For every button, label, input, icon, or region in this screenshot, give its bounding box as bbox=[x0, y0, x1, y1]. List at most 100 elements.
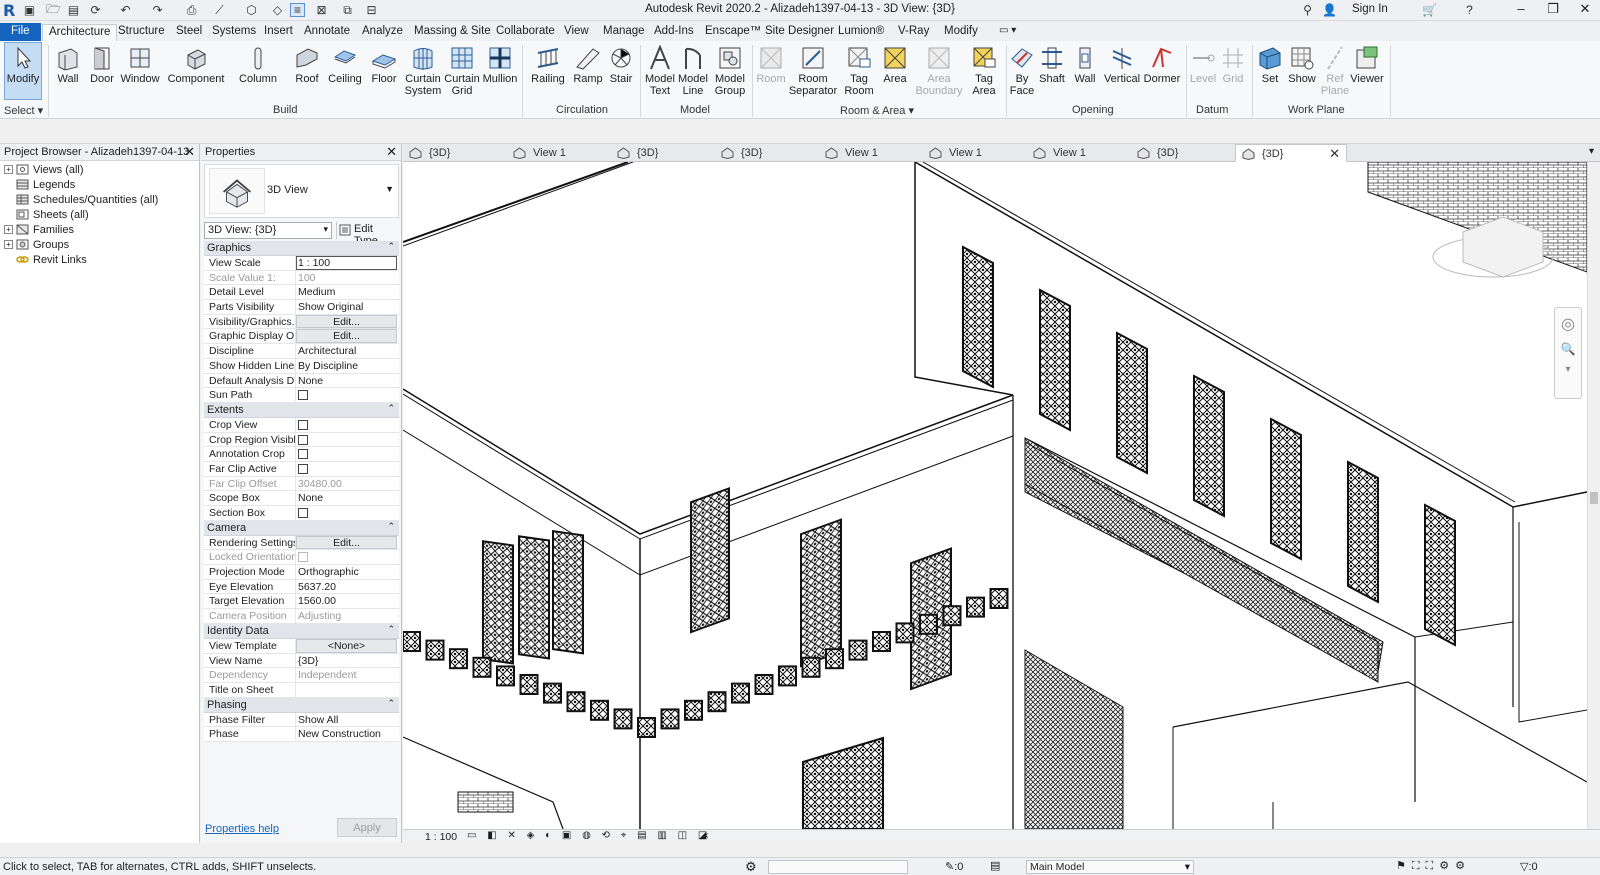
level-button[interactable]: Level bbox=[1188, 43, 1218, 85]
section-identity-data[interactable]: Identity Data ⌃ bbox=[204, 623, 399, 639]
selection-toggles[interactable]: ⚑⛶⛶⚙⚙ bbox=[1396, 859, 1471, 873]
binoculars-icon[interactable]: ⚲ bbox=[1300, 3, 1315, 17]
dormer-button[interactable]: Dormer bbox=[1142, 43, 1182, 85]
viewer-button[interactable]: Viewer bbox=[1348, 43, 1386, 85]
close-button[interactable]: ✕ bbox=[1572, 1, 1598, 19]
tree-item-groups[interactable]: + Groups bbox=[4, 237, 69, 252]
model-group-button[interactable]: Model Group bbox=[712, 43, 748, 97]
view-tab[interactable]: {3D} bbox=[715, 144, 819, 162]
collapse-icon[interactable]: ⌃ bbox=[387, 624, 395, 635]
property-value[interactable]: New Construction bbox=[296, 727, 399, 741]
window-button[interactable]: Window bbox=[120, 43, 160, 85]
view-tab[interactable]: View 1 bbox=[507, 144, 611, 162]
type-selector[interactable]: 3D View ▼ bbox=[204, 164, 399, 218]
zoom-icon[interactable]: 🔍 bbox=[1555, 342, 1581, 356]
roof-button[interactable]: Roof bbox=[292, 43, 322, 85]
tab-site-designer[interactable]: Site Designer bbox=[759, 24, 840, 41]
edit-type-button[interactable]: Edit Type bbox=[336, 222, 400, 247]
ribbon-display-toggle-icon[interactable]: ▭ ▾ bbox=[993, 24, 1022, 41]
property-value[interactable]: Edit... bbox=[296, 329, 397, 344]
modify-button[interactable]: Modify bbox=[4, 42, 42, 100]
property-value[interactable]: Edit... bbox=[296, 535, 397, 550]
property-value[interactable] bbox=[296, 683, 399, 697]
tab-manage[interactable]: Manage bbox=[597, 24, 651, 41]
tab-systems[interactable]: Systems bbox=[206, 24, 262, 41]
tab-file[interactable]: File bbox=[0, 23, 41, 41]
view-scale[interactable]: 1 : 100 bbox=[425, 831, 457, 843]
close-icon[interactable]: ✕ bbox=[386, 144, 397, 160]
property-value[interactable]: None bbox=[296, 491, 399, 505]
navigation-bar[interactable]: ◎ 🔍 ▾ bbox=[1554, 307, 1582, 399]
tree-item-revit-links[interactable]: Revit Links bbox=[4, 252, 87, 267]
checkbox[interactable] bbox=[298, 434, 308, 445]
tag-room-button[interactable]: Tag Room bbox=[840, 43, 878, 97]
sign-in-button[interactable]: Sign In bbox=[1352, 3, 1388, 15]
expand-icon[interactable]: + bbox=[4, 240, 13, 249]
apply-button[interactable]: Apply bbox=[337, 818, 397, 837]
room-button[interactable]: Room bbox=[756, 43, 786, 85]
help-icon[interactable]: ? bbox=[1462, 3, 1477, 17]
view-control-icons[interactable]: ▭ ◧ ✕ ◈ ◐ ▣ ◍ ⟲ ⌖ ▤ ▥ ◫ ◪ bbox=[467, 830, 711, 841]
property-value[interactable]: 5637.20 bbox=[296, 580, 399, 594]
tab-lumion[interactable]: Lumion® bbox=[832, 24, 890, 41]
scroll-thumb[interactable] bbox=[1590, 492, 1598, 504]
property-value[interactable]: Architectural bbox=[296, 344, 399, 358]
tab-architecture[interactable]: Architecture bbox=[42, 24, 118, 41]
tab-enscape[interactable]: Enscape™ bbox=[699, 24, 767, 41]
section-graphics[interactable]: Graphics ⌃ bbox=[204, 241, 399, 256]
tab-annotate[interactable]: Annotate bbox=[298, 24, 356, 41]
checkbox[interactable] bbox=[298, 390, 308, 401]
curtain-grid-button[interactable]: Curtain Grid bbox=[444, 43, 480, 97]
panel-room-area[interactable]: Room & Area ▾ bbox=[840, 104, 914, 117]
tab-vray[interactable]: V-Ray bbox=[892, 24, 935, 41]
property-value[interactable]: {3D} bbox=[296, 654, 399, 668]
tab-modify[interactable]: Modify bbox=[938, 24, 984, 41]
tab-steel[interactable]: Steel bbox=[170, 24, 208, 41]
section-phasing[interactable]: Phasing ⌃ bbox=[204, 697, 399, 713]
tab-insert[interactable]: Insert bbox=[258, 24, 299, 41]
collapse-icon[interactable]: ⌃ bbox=[387, 403, 395, 414]
design-option-select[interactable]: Main Model ▾ bbox=[1026, 860, 1194, 874]
worksharing-icon[interactable]: ⚙ bbox=[745, 859, 757, 875]
checkbox[interactable] bbox=[298, 419, 308, 430]
property-value[interactable]: 1560.00 bbox=[296, 594, 399, 608]
view-tab[interactable]: {3D} bbox=[1131, 144, 1235, 162]
workset-field[interactable] bbox=[768, 860, 908, 874]
section-camera[interactable]: Camera ⌃ bbox=[204, 520, 399, 536]
filter-count[interactable]: ▽:0 bbox=[1520, 860, 1538, 873]
steering-wheel-icon[interactable]: ◎ bbox=[1555, 314, 1581, 334]
expand-icon[interactable]: + bbox=[4, 225, 13, 234]
by-face-button[interactable]: By Face bbox=[1008, 43, 1036, 97]
model-text-button[interactable]: Model Text bbox=[644, 43, 676, 97]
checkbox[interactable] bbox=[298, 463, 308, 474]
tab-overflow-icon[interactable]: ▾ bbox=[1589, 146, 1594, 157]
view-tab[interactable]: View 1 bbox=[923, 144, 1027, 162]
checkbox[interactable] bbox=[298, 508, 308, 518]
wall-opening-button[interactable]: Wall bbox=[1070, 43, 1100, 85]
tree-item-families[interactable]: + Families bbox=[4, 222, 74, 237]
collapse-icon[interactable]: ⌃ bbox=[387, 698, 395, 709]
shaft-button[interactable]: Shaft bbox=[1036, 43, 1068, 85]
properties-help-link[interactable]: Properties help bbox=[205, 823, 279, 835]
tree-item-views[interactable]: + Views (all) bbox=[4, 162, 84, 177]
model-line-button[interactable]: Model Line bbox=[676, 43, 710, 97]
collapse-icon[interactable]: ⌃ bbox=[387, 521, 395, 532]
show-button[interactable]: Show bbox=[1286, 43, 1318, 85]
tab-massing-site[interactable]: Massing & Site bbox=[408, 24, 497, 41]
property-value[interactable]: None bbox=[296, 374, 399, 388]
view-instance-select[interactable]: 3D View: {3D} ▾ bbox=[204, 222, 332, 239]
tab-structure[interactable]: Structure bbox=[112, 24, 171, 41]
design-options-icon[interactable]: ▤ bbox=[990, 859, 1000, 872]
ramp-button[interactable]: Ramp bbox=[572, 43, 604, 85]
chevron-down-icon[interactable]: ▾ bbox=[1555, 364, 1581, 375]
property-value[interactable]: Edit... bbox=[296, 314, 397, 329]
floor-button[interactable]: Floor bbox=[368, 43, 400, 85]
property-value[interactable]: By Discipline bbox=[296, 359, 399, 373]
door-button[interactable]: Door bbox=[88, 43, 116, 85]
view-tab[interactable]: View 1 bbox=[819, 144, 923, 162]
property-value[interactable]: Medium bbox=[296, 285, 399, 299]
vertical-scrollbar[interactable] bbox=[1587, 162, 1600, 829]
checkbox[interactable] bbox=[298, 449, 308, 460]
close-icon[interactable]: ✕ bbox=[184, 144, 195, 160]
tree-item-schedules[interactable]: Schedules/Quantities (all) bbox=[4, 192, 158, 207]
